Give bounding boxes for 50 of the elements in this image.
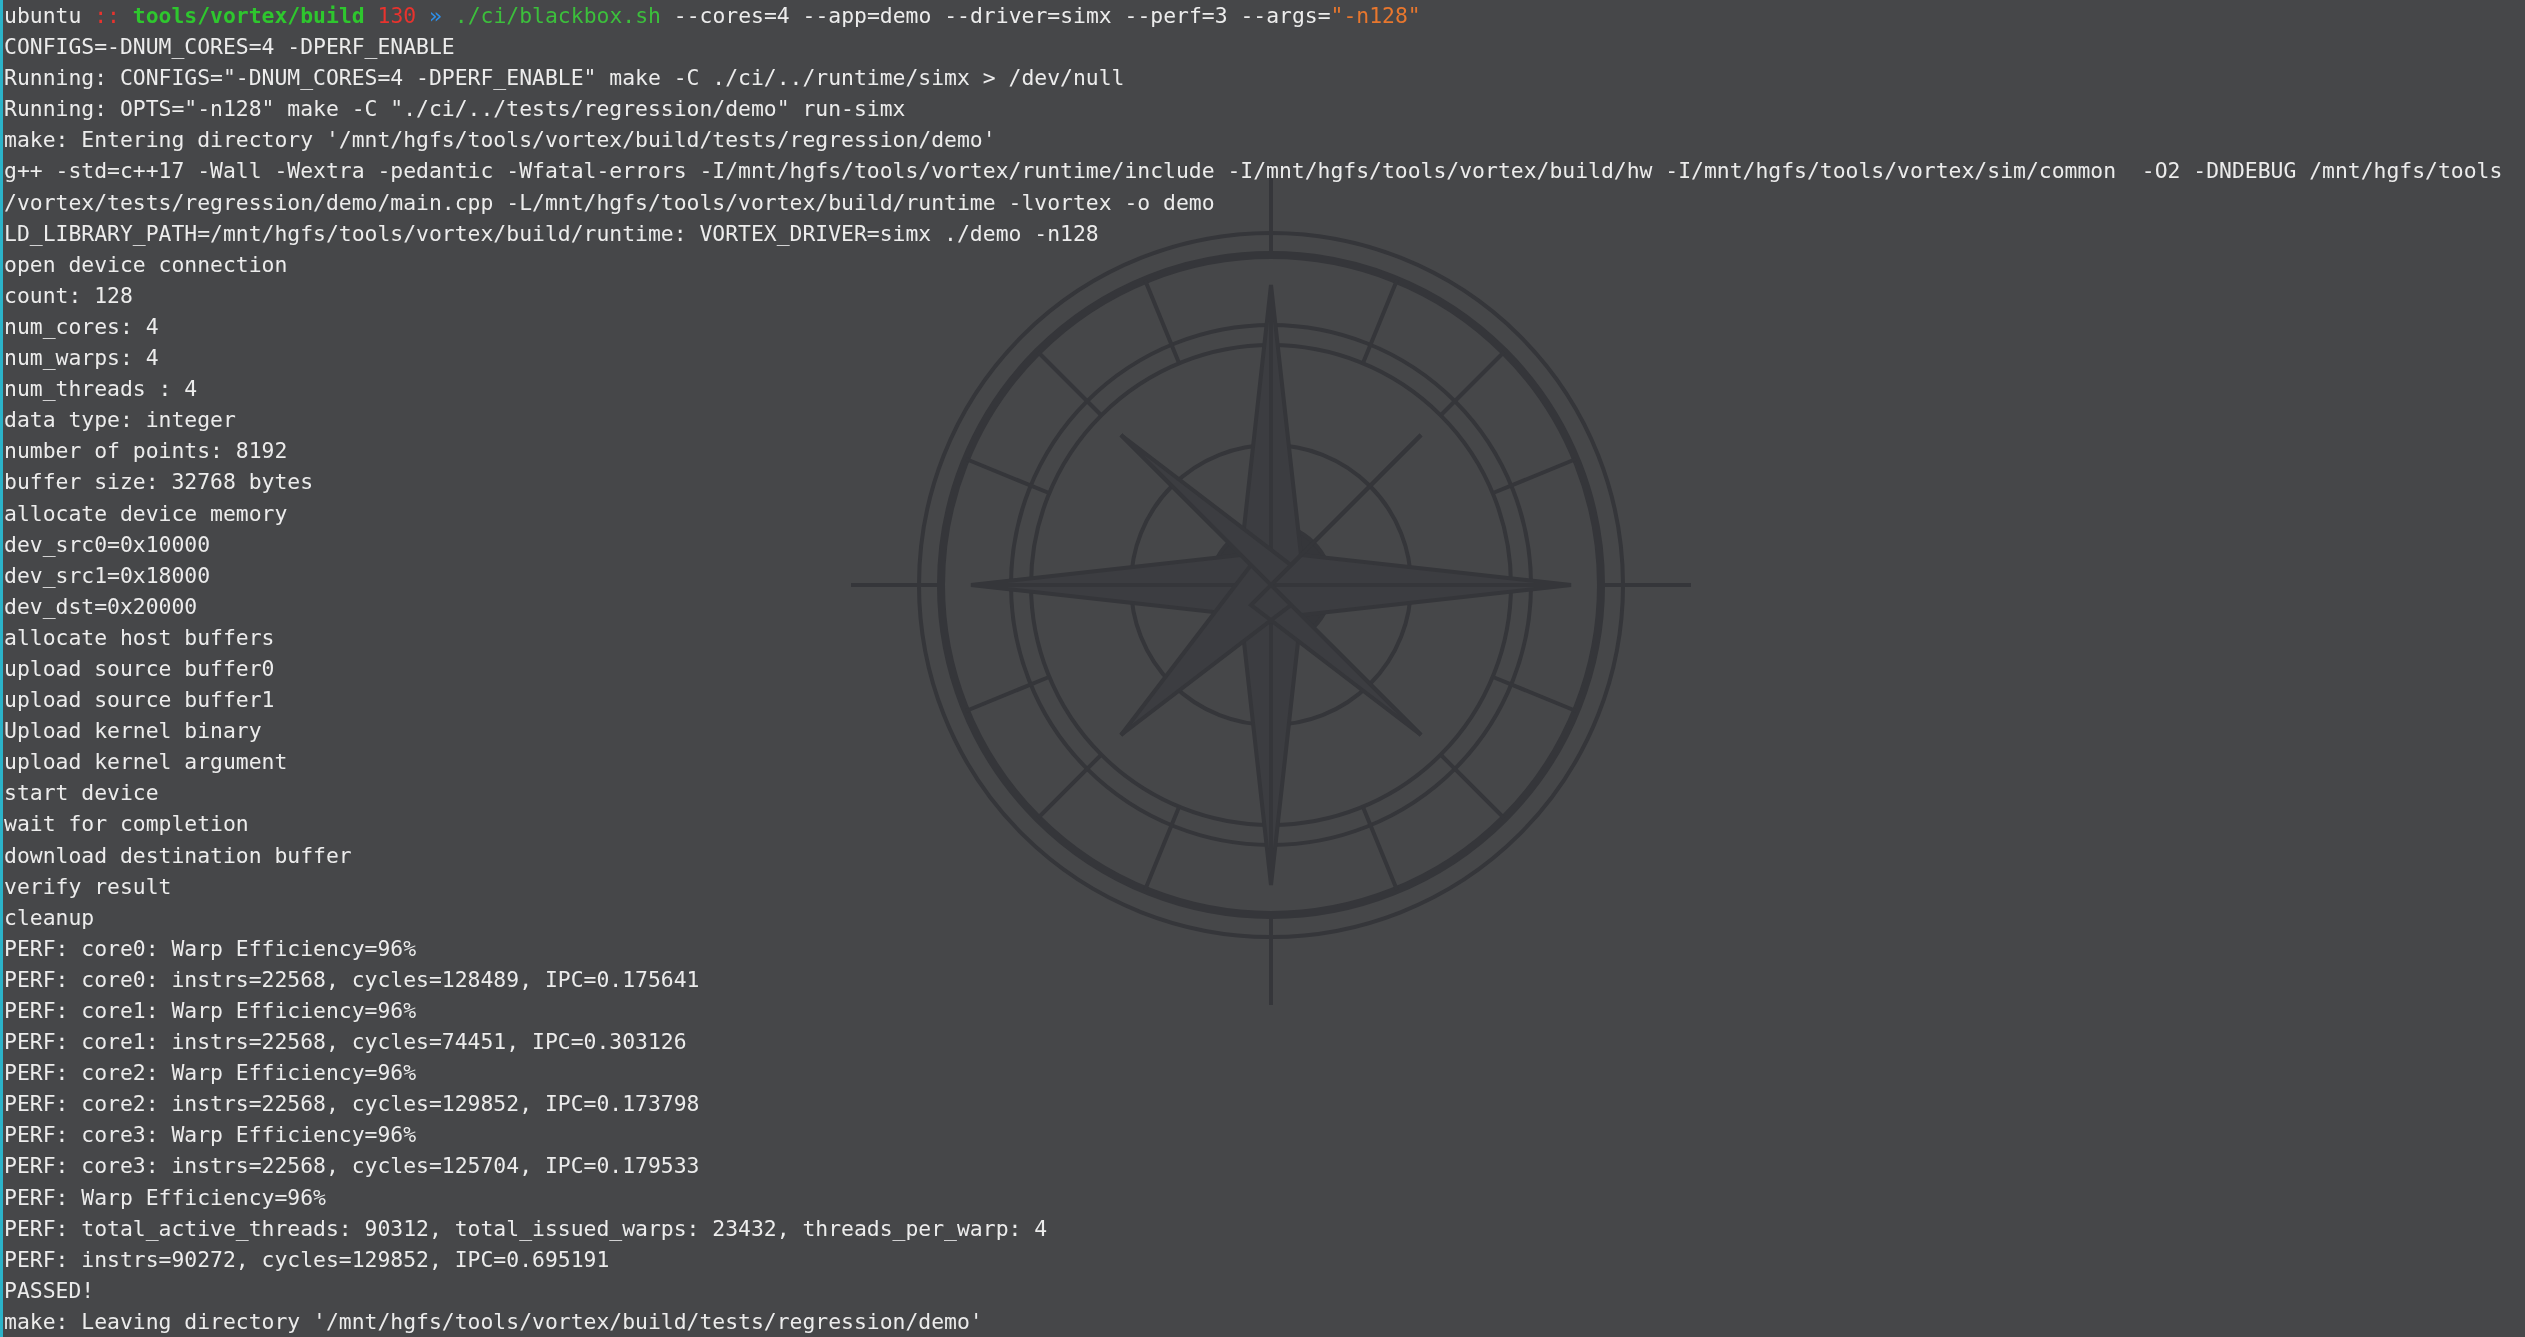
output-line: Upload kernel binary [4, 718, 262, 744]
output-line: upload kernel argument [4, 749, 288, 775]
exit-code: 130 [377, 3, 417, 28]
output-line: CONFIGS=-DNUM_CORES=4 -DPERF_ENABLE [4, 34, 455, 60]
prompt-arrow: » [429, 3, 442, 28]
output-line: download destination buffer [4, 842, 352, 868]
output-line: num_warps: 4 [4, 345, 159, 371]
output-line: PERF: core1: instrs=22568, cycles=74451, IPC=0.303126 [4, 1029, 687, 1055]
output-line: count: 128 [4, 282, 133, 308]
output-line: PERF: core0: instrs=22568, cycles=128489, IPC=0.175641 [4, 966, 700, 992]
output-line: PERF: core1: Warp Efficiency=96% [4, 998, 417, 1023]
command-name: ./ci/blackbox.sh [454, 3, 661, 28]
output-line: PERF: instrs=90272, cycles=129852, IPC=0.695191 [4, 1246, 610, 1272]
output-line: cleanup [4, 904, 95, 930]
output-line: wait for completion [4, 811, 249, 837]
output-line: num_cores: 4 [4, 313, 159, 339]
prompt-user: ubuntu [4, 3, 82, 28]
prompt-path: tools/vortex/build [132, 3, 365, 28]
output-line: LD_LIBRARY_PATH=/mnt/hgfs/tools/vortex/build/runtime: VORTEX_DRIVER=simx ./demo -n128 [4, 220, 1099, 246]
output-line: Running: OPTS="-n128" make -C "./ci/../tests/regression/demo" run-simx [4, 96, 906, 122]
output-line: PERF: total_active_threads: 90312, total_issued_warps: 23432, threads_per_warp: 4 [4, 1215, 1048, 1241]
output-line: /vortex/tests/regression/demo/main.cpp -L/mnt/hgfs/tools/vortex/build/runtime -lvortex -o demo [4, 189, 1215, 215]
output-line: PERF: Warp Efficiency=96% [4, 1184, 326, 1210]
output-line: upload source buffer0 [4, 655, 275, 681]
output-line: num_threads : 4 [4, 376, 198, 402]
output-line: allocate device memory [4, 500, 288, 526]
output-line: dev_src0=0x10000 [4, 531, 211, 557]
output-line: number of points: 8192 [4, 438, 288, 464]
output-line: data type: integer [4, 407, 236, 433]
output-line: verify result [4, 873, 172, 899]
output-line: make: Leaving directory '/mnt/hgfs/tools/vortex/build/tests/regression/demo' [4, 1308, 983, 1334]
output-line: start device [4, 780, 159, 806]
command-string: "-n128" [1330, 3, 1421, 28]
output-line: PERF: core2: Warp Efficiency=96% [4, 1060, 417, 1086]
prompt-separator: :: [94, 3, 120, 28]
output-line: buffer size: 32768 bytes [4, 469, 314, 495]
output-line: upload source buffer1 [4, 687, 275, 713]
output-line: Running: CONFIGS="-DNUM_CORES=4 -DPERF_ENABLE" make -C ./ci/../runtime/simx > /dev/null [4, 65, 1125, 91]
output-line: PERF: core3: instrs=22568, cycles=125704, IPC=0.179533 [4, 1153, 700, 1179]
output-line: PERF: core2: instrs=22568, cycles=129852, IPC=0.173798 [4, 1091, 700, 1117]
output-line: dev_dst=0x20000 [4, 593, 198, 619]
output-line: PERF: core3: Warp Efficiency=96% [4, 1122, 417, 1148]
output-line: dev_src1=0x18000 [4, 562, 211, 588]
command-arguments: --cores=4 --app=demo --driver=simx --perf=3 --args= [673, 3, 1331, 28]
output-line: g++ -std=c++17 -Wall -Wextra -pedantic -Wfatal-errors -I/mnt/hgfs/tools/vortex/runtime/include -I/mnt/hgfs/tools/vortex/build/hw -I/mnt/hgfs/tools/vortex/sim/common -O2 -DNDEBUG /mnt/hgfs/tools [4, 158, 2503, 184]
output-line: make: Entering directory '/mnt/hgfs/tools/vortex/build/tests/regression/demo' [4, 127, 996, 153]
output-line: PASSED! [4, 1277, 95, 1303]
output-line: allocate host buffers [4, 624, 275, 650]
output-line: open device connection [4, 251, 288, 277]
output-line: PERF: core0: Warp Efficiency=96% [4, 935, 417, 961]
